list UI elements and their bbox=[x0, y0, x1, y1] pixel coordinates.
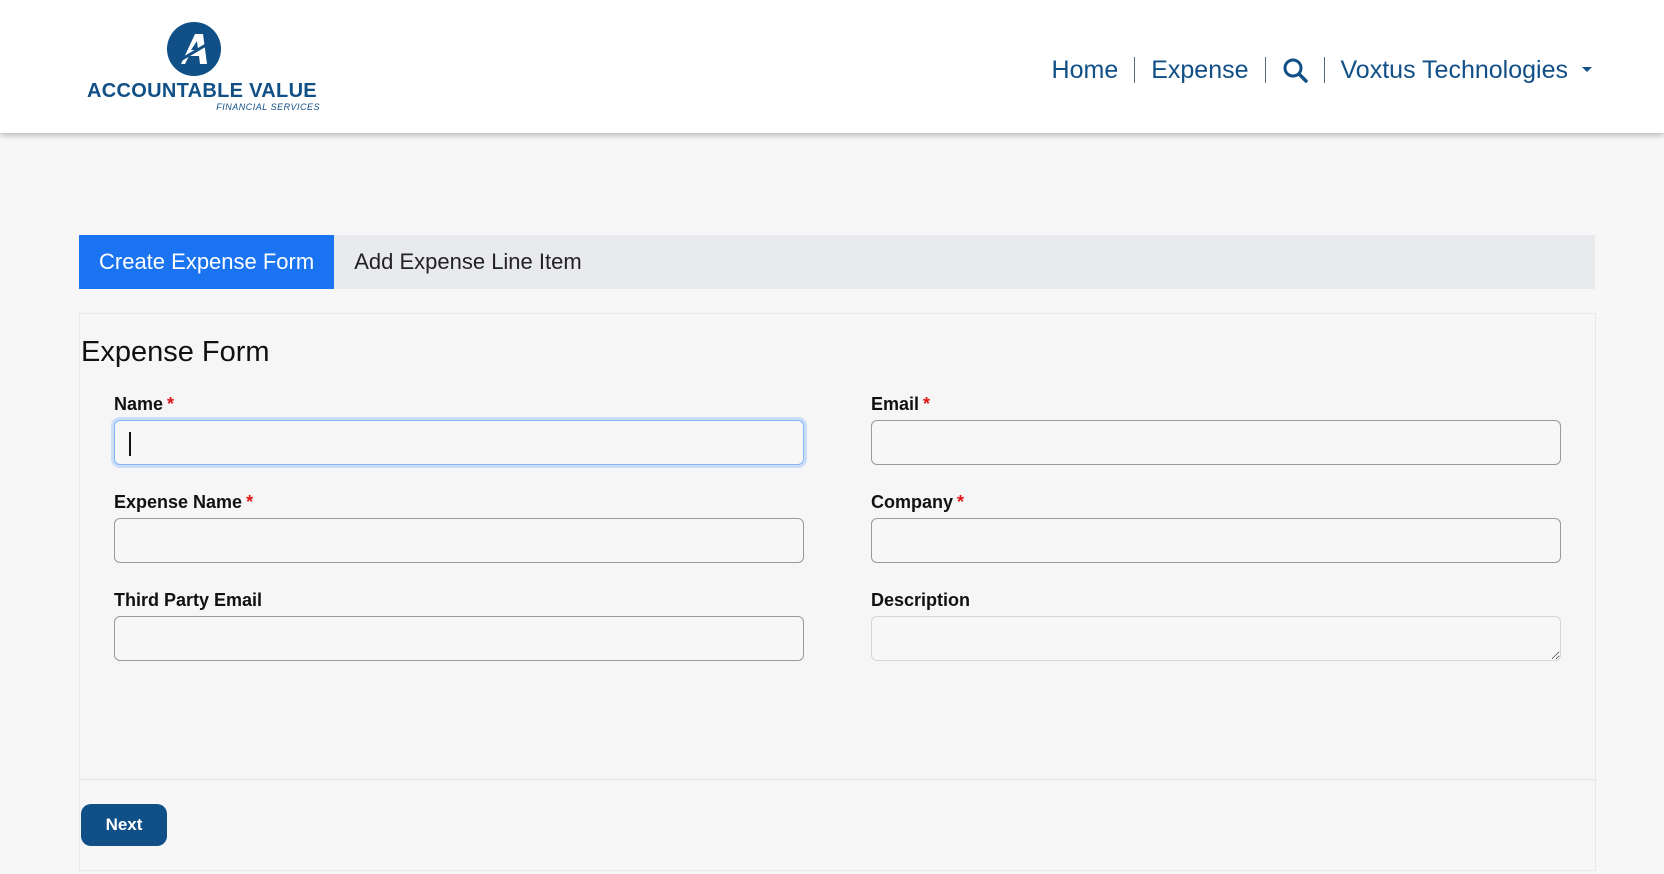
required-marker: * bbox=[923, 394, 931, 414]
caret-down-icon bbox=[1582, 66, 1592, 72]
company-label: Company * bbox=[871, 492, 965, 512]
third-party-email-label: Third Party Email bbox=[114, 590, 263, 610]
name-label: Name * bbox=[114, 394, 175, 414]
company-logo[interactable]: ACCOUNTABLE VALUE FINANCIAL SERVICES bbox=[82, 22, 322, 114]
company-dropdown-label: Voxtus Technologies bbox=[1340, 56, 1568, 84]
tab-add-expense-line-item[interactable]: Add Expense Line Item bbox=[334, 235, 601, 289]
nav-home-link[interactable]: Home bbox=[1036, 55, 1135, 85]
expense-name-field-group: Expense Name * bbox=[114, 492, 804, 563]
expense-form-panel: Expense Form Name * Email * Expense Name * … bbox=[79, 313, 1596, 871]
description-textarea[interactable] bbox=[871, 616, 1561, 661]
email-field-group: Email * bbox=[871, 394, 1561, 465]
email-input[interactable] bbox=[871, 420, 1561, 465]
tab-create-expense-form[interactable]: Create Expense Form bbox=[79, 235, 335, 289]
third-party-email-field-group: Third Party Email bbox=[114, 590, 804, 661]
text-cursor bbox=[129, 432, 131, 456]
next-button[interactable]: Next bbox=[81, 804, 167, 846]
letter-a-logo-icon bbox=[167, 22, 221, 76]
main-nav: Home Expense Voxtus Technologies bbox=[1036, 52, 1608, 88]
logo-tagline: FINANCIAL SERVICES bbox=[216, 102, 320, 112]
logo-wordmark: ACCOUNTABLE VALUE bbox=[87, 80, 317, 102]
description-label: Description bbox=[871, 590, 971, 610]
email-label: Email * bbox=[871, 394, 931, 414]
nav-expense-link[interactable]: Expense bbox=[1135, 55, 1264, 85]
expense-name-input[interactable] bbox=[114, 518, 804, 563]
form-title: Expense Form bbox=[81, 336, 270, 368]
form-footer-divider bbox=[80, 779, 1595, 780]
top-navbar: ACCOUNTABLE VALUE FINANCIAL SERVICES Hom… bbox=[0, 0, 1664, 133]
description-field-group: Description bbox=[871, 590, 1561, 666]
company-input[interactable] bbox=[871, 518, 1561, 563]
required-marker: * bbox=[246, 492, 254, 512]
search-icon[interactable] bbox=[1266, 57, 1324, 83]
required-marker: * bbox=[957, 492, 965, 512]
expense-name-label: Expense Name * bbox=[114, 492, 254, 512]
company-field-group: Company * bbox=[871, 492, 1561, 563]
form-tabs: Create Expense Form Add Expense Line Ite… bbox=[79, 235, 1595, 289]
name-field-group: Name * bbox=[114, 394, 804, 465]
company-dropdown[interactable]: Voxtus Technologies bbox=[1325, 55, 1608, 85]
name-input[interactable] bbox=[114, 420, 804, 465]
required-marker: * bbox=[167, 394, 175, 414]
third-party-email-input[interactable] bbox=[114, 616, 804, 661]
